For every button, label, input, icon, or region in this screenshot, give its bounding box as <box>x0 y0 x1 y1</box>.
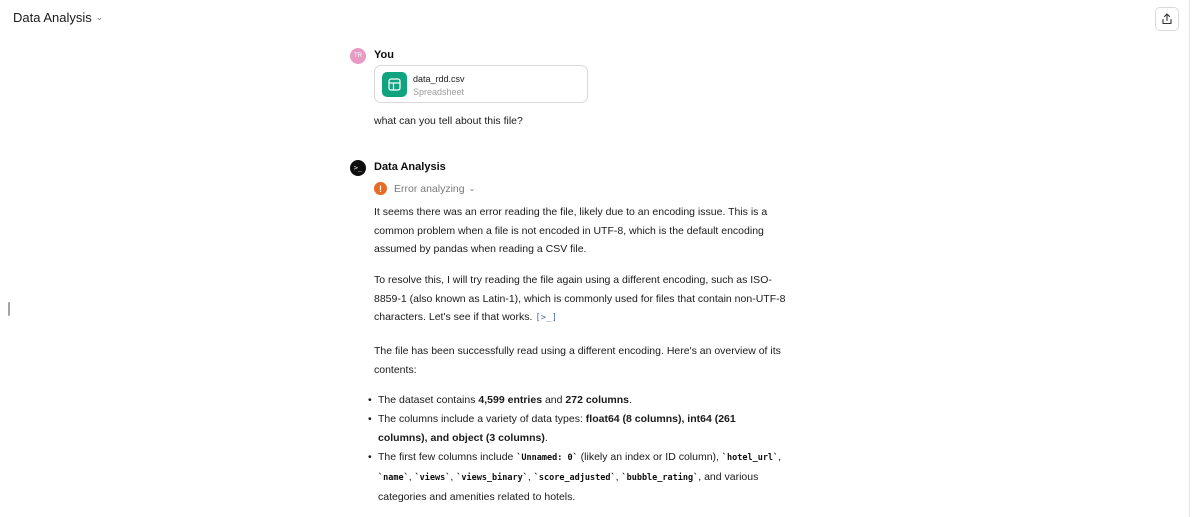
assistant-paragraph-2: To resolve this, I will try reading the … <box>374 271 786 328</box>
paragraph-2-text: To resolve this, I will try reading the … <box>374 274 786 323</box>
bullet-text: . <box>629 394 632 406</box>
list-item: • The first few columns include `Unnamed… <box>368 448 788 507</box>
bullet-text: (likely an index or ID column), <box>577 451 722 463</box>
sidebar-resize-handle[interactable] <box>8 302 10 316</box>
header-bar: Data Analysis ⌄ <box>0 0 1192 36</box>
assistant-paragraph-3: The file has been successfully read usin… <box>374 345 781 376</box>
inline-code: `views` <box>414 473 451 483</box>
bullet-text: The dataset contains <box>378 394 479 406</box>
view-code-link[interactable]: [>_] <box>535 313 557 323</box>
bullet-text: The first few columns include <box>378 451 517 463</box>
chevron-down-icon: ⌄ <box>468 184 476 193</box>
assistant-avatar: >_ <box>350 160 366 176</box>
user-role-label: You <box>374 49 394 61</box>
assistant-paragraph-1: It seems there was an error reading the … <box>374 206 768 255</box>
overview-list: • The dataset contains 4,599 entries and… <box>368 391 788 507</box>
error-icon: ! <box>374 182 387 195</box>
inline-code: `Unnamed: 0` <box>516 453 578 463</box>
bullet-dot: • <box>368 451 372 463</box>
bullet-text: . <box>544 432 548 444</box>
error-label: Error analyzing <box>394 182 465 195</box>
columns-count: 272 columns <box>565 394 630 406</box>
inline-code: `name` <box>378 473 409 483</box>
share-icon <box>1162 13 1172 25</box>
error-analyzing-toggle[interactable]: ! Error analyzing ⌄ <box>374 182 475 195</box>
model-selector[interactable]: Data Analysis ⌄ <box>13 10 103 25</box>
chevron-down-icon: ⌄ <box>95 12 104 22</box>
file-attachment-card[interactable]: data_rdd.csv Spreadsheet <box>374 65 588 103</box>
spreadsheet-icon <box>382 72 407 97</box>
inline-code: `score_adjusted` <box>533 473 616 483</box>
share-button[interactable] <box>1155 7 1179 31</box>
inline-code: `views_binary` <box>456 473 528 483</box>
list-item: • The dataset contains 4,599 entries and… <box>368 391 788 410</box>
assistant-role-label: Data Analysis <box>374 161 446 173</box>
bullet-dot: • <box>368 394 372 406</box>
bullet-text: and <box>542 394 566 406</box>
bullet-dot: • <box>368 413 372 425</box>
list-item: • The columns include a variety of data … <box>368 410 788 448</box>
scrollbar-track <box>1189 0 1190 517</box>
bullet-text: The columns include a variety of data ty… <box>378 413 586 425</box>
user-message-text: what can you tell about this file? <box>374 115 523 127</box>
inline-code: `bubble_rating` <box>621 473 699 483</box>
file-name: data_rdd.csv <box>413 74 465 84</box>
header-title: Data Analysis <box>13 10 92 25</box>
separator: , <box>778 451 782 463</box>
file-type: Spreadsheet <box>413 87 465 97</box>
inline-code: `hotel_url` <box>721 453 779 463</box>
user-avatar: TR <box>350 48 366 64</box>
entries-count: 4,599 entries <box>478 394 543 406</box>
